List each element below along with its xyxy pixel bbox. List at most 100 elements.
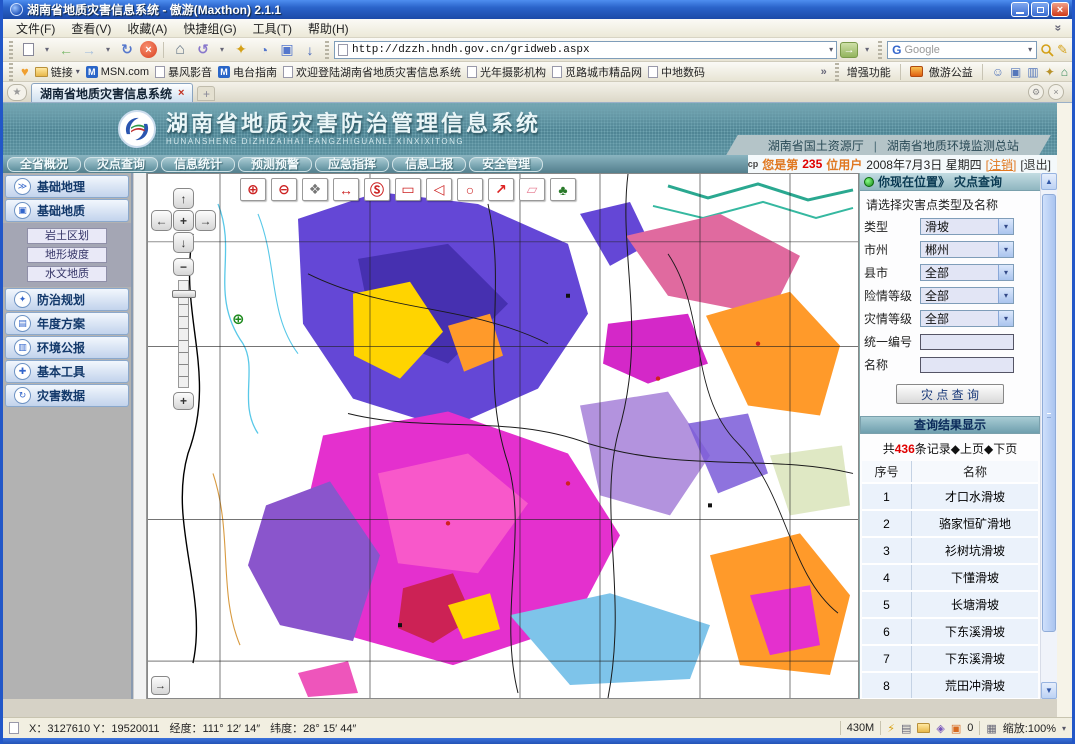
new-page-button[interactable] <box>18 40 38 60</box>
link-welcome[interactable]: 欢迎登陆湖南省地质灾害信息系统 <box>283 64 461 80</box>
zoom-plus-button[interactable]: + <box>173 392 194 410</box>
history-button[interactable]: ◔ <box>254 40 274 60</box>
circle-select-icon[interactable]: ○ <box>457 178 483 201</box>
table-row[interactable]: 7下东溪滑坡 <box>862 646 1038 673</box>
sidebar-sub-rock-zoning[interactable]: 岩土区划 <box>27 228 107 244</box>
map-area[interactable]: ⊕ ⊖ ❖ ↔ Ⓢ ▭ ◁ ○ ↗ ▱ ♣ ↑ ← + → ↓ − + ⊕ <box>147 173 859 699</box>
lightning-icon[interactable]: ⚡ <box>887 722 895 735</box>
links-overflow-icon[interactable]: » <box>821 66 827 78</box>
sidebar-item-annual-scheme[interactable]: ▤ 年度方案 <box>5 312 129 335</box>
scroll-down-icon[interactable]: ▼ <box>1041 682 1057 699</box>
go-dropdown[interactable]: ▾ <box>861 40 873 60</box>
resize-icon[interactable]: ▦ <box>986 722 996 735</box>
tab-close-icon[interactable]: × <box>178 87 184 99</box>
chevron-down-icon[interactable]: ▾ <box>998 242 1013 257</box>
prev-page-link[interactable]: ◆上页 <box>951 442 984 456</box>
undo-dropdown[interactable]: ▾ <box>216 40 228 60</box>
sidebar-item-disaster-data[interactable]: ↻ 灾害数据 <box>5 384 129 407</box>
tab-info-report[interactable]: 信息上报 <box>392 157 466 172</box>
pan-icon[interactable]: ❖ <box>302 178 328 201</box>
menu-tools[interactable]: 工具(T) <box>246 19 299 38</box>
sidebar-item-basic-geology[interactable]: ▣ 基础地质 <box>5 199 129 222</box>
zoom-minus-button[interactable]: − <box>173 258 194 276</box>
wrench-icon[interactable]: ⚙ <box>1028 84 1044 100</box>
zoom-level[interactable]: 缩放:100% <box>1003 720 1056 736</box>
forward-button[interactable]: → <box>79 40 99 60</box>
search-engine-dropdown-icon[interactable]: ▾ <box>1028 45 1032 54</box>
tab-security-admin[interactable]: 安全管理 <box>469 157 543 172</box>
folder-icon[interactable] <box>917 723 930 733</box>
search-input[interactable]: Google <box>904 44 1025 56</box>
zoom-dropdown-icon[interactable]: ▾ <box>1062 724 1066 733</box>
building-icon[interactable]: ⌂ <box>1061 65 1068 79</box>
tab-forecast-warning[interactable]: 预测预警 <box>238 157 312 172</box>
address-dropdown-icon[interactable]: ▾ <box>829 45 833 54</box>
type-select[interactable]: 滑坡 ▾ <box>920 218 1014 235</box>
table-row[interactable]: 2骆家恒矿滑地 <box>862 511 1038 538</box>
new-page-dropdown[interactable]: ▾ <box>41 40 53 60</box>
menu-view[interactable]: 查看(V) <box>64 19 118 38</box>
scroll-map-right-button[interactable]: → <box>151 676 170 695</box>
table-row[interactable]: 5长塘滑坡 <box>862 592 1038 619</box>
table-row[interactable]: 1才口水滑坡 <box>862 484 1038 511</box>
window-icon[interactable]: ▣ <box>1010 65 1021 79</box>
refresh-button[interactable]: ↻ <box>117 40 137 60</box>
tab-emergency-command[interactable]: 应急指挥 <box>315 157 389 172</box>
menu-help[interactable]: 帮助(H) <box>301 19 356 38</box>
download-button[interactable]: ↓ <box>300 40 320 60</box>
page-scrollbar[interactable]: ▲ ▼ <box>1040 173 1057 699</box>
ad-filter-button[interactable]: ▣ <box>277 40 297 60</box>
undo-button[interactable]: ↺ <box>193 40 213 60</box>
city-select[interactable]: 郴州 ▾ <box>920 241 1014 258</box>
pan-right-button[interactable]: → <box>195 210 216 231</box>
tab-statistics[interactable]: 信息统计 <box>161 157 235 172</box>
scroll-up-icon[interactable]: ▲ <box>1041 173 1057 190</box>
zoom-in-icon[interactable]: ⊕ <box>240 178 266 201</box>
banner-link-land-dept[interactable]: 湖南省国土资源厅 <box>768 137 864 154</box>
tab-province-overview[interactable]: 全省概况 <box>7 157 81 172</box>
disaster-query-button[interactable]: 灾 点 查 询 <box>896 384 1004 404</box>
sidebar-item-basic-geography[interactable]: ≫ 基础地理 <box>5 175 129 198</box>
zoom-slider-handle[interactable] <box>172 290 196 298</box>
magic-wand-button[interactable]: ✦ <box>231 40 251 60</box>
scrollbar-track[interactable] <box>1041 190 1057 682</box>
sidebar-item-env-bulletin[interactable]: ▥ 环境公报 <box>5 336 129 359</box>
history-dropdown[interactable]: ▾ <box>102 40 114 60</box>
new-tab-button[interactable]: + <box>197 86 215 101</box>
minimize-button[interactable] <box>1011 2 1029 17</box>
name-input[interactable] <box>920 357 1014 373</box>
go-button[interactable]: → <box>840 42 858 58</box>
close-button[interactable]: × <box>1051 2 1069 17</box>
stop-button[interactable]: × <box>140 41 157 58</box>
back-button[interactable]: ← <box>56 40 76 60</box>
eraser-icon[interactable]: ▱ <box>519 178 545 201</box>
pan-down-button[interactable]: ↓ <box>173 232 194 253</box>
polygon-select-icon[interactable]: ◁ <box>426 178 452 201</box>
unified-id-input[interactable] <box>920 334 1014 350</box>
sidebar-sub-hydrogeology[interactable]: 水文地质 <box>27 266 107 282</box>
link-photo[interactable]: 光年摄影机构 <box>467 64 546 80</box>
draw-line-icon[interactable]: ↗ <box>488 178 514 201</box>
select-s-icon[interactable]: Ⓢ <box>364 178 390 201</box>
notes-icon[interactable]: ▥ <box>1027 65 1038 79</box>
banner-link-monitor-station[interactable]: 湖南省地质环境监测总站 <box>887 137 1019 154</box>
links-folder[interactable]: 链接 ▾ <box>35 64 80 80</box>
search-box[interactable]: G Google ▾ <box>887 41 1037 59</box>
link-baofeng[interactable]: 暴风影音 <box>155 64 212 80</box>
star-icon[interactable]: ★ <box>7 84 27 101</box>
geological-map[interactable] <box>148 174 858 698</box>
active-tab[interactable]: 湖南省地质灾害信息系统 × <box>31 83 193 102</box>
chevron-down-icon[interactable]: ▾ <box>998 265 1013 280</box>
diamond-icon[interactable]: ◈ <box>936 722 944 735</box>
next-page-link[interactable]: ◆下页 <box>984 442 1017 456</box>
table-row[interactable]: 4下懂滑坡 <box>862 565 1038 592</box>
county-select[interactable]: 全部 ▾ <box>920 264 1014 281</box>
table-row[interactable]: 6下东溪滑坡 <box>862 619 1038 646</box>
addons-link[interactable]: 增强功能 <box>847 64 891 80</box>
sidebar-sub-terrain-slope[interactable]: 地形坡度 <box>27 247 107 263</box>
link-zhongdi[interactable]: 中地数码 <box>648 64 705 80</box>
danger-level-select[interactable]: 全部 ▾ <box>920 287 1014 304</box>
layers-icon[interactable]: ♣ <box>550 178 576 201</box>
chevron-down-icon[interactable]: ▾ <box>998 288 1013 303</box>
chevron-down-icon[interactable]: ▾ <box>998 219 1013 234</box>
